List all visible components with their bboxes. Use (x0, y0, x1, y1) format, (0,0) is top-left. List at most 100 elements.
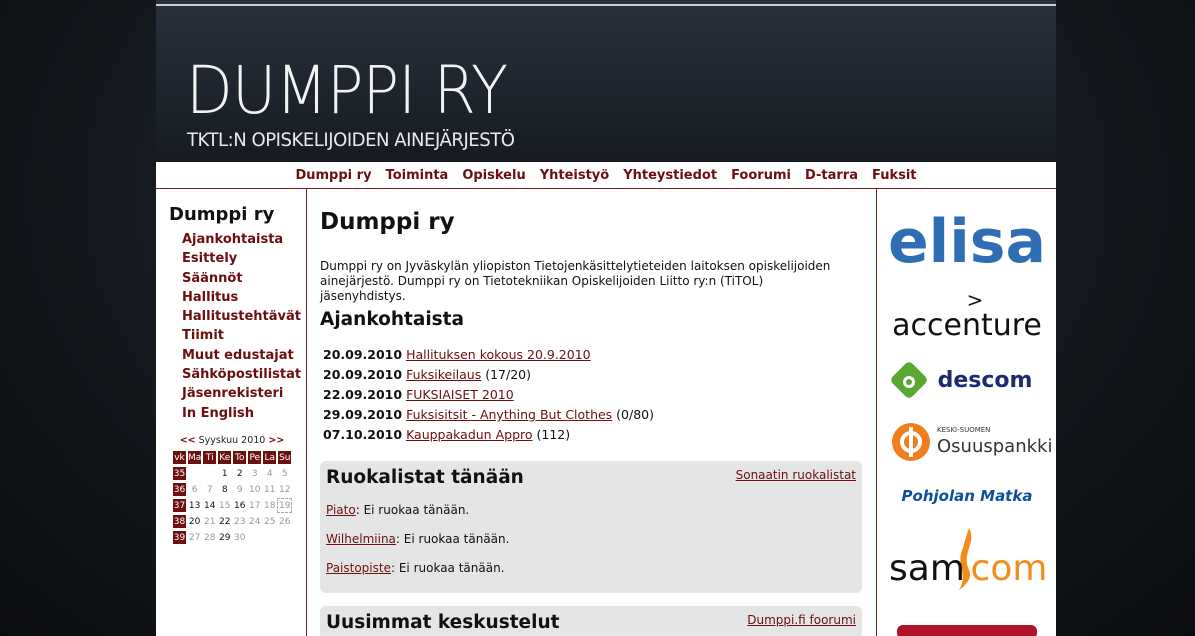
news-link[interactable]: FUKSIAISET 2010 (406, 387, 514, 402)
nav-item-foorumi[interactable]: Foorumi (731, 168, 791, 183)
sidebar-item-hallitus[interactable]: Hallitus (182, 290, 238, 305)
sponsor-accenture[interactable]: > accenture (877, 287, 1057, 347)
calendar-week-number: 37 (173, 499, 186, 512)
header-top-line (156, 4, 1056, 6)
sidebar-item-sahkopostilistat[interactable]: Sähköpostilistat (182, 367, 301, 382)
news-link[interactable]: Fuksikeilaus (406, 367, 481, 382)
sponsor-samcom[interactable]: sam com (877, 524, 1057, 598)
sidebar-item-muut-edustajat[interactable]: Muut edustajat (182, 348, 294, 363)
calendar-day[interactable]: 27 (188, 531, 201, 544)
calendar-day[interactable]: 22 (218, 515, 231, 528)
elisa-logo-text: elisa (888, 207, 1046, 277)
food-place-link[interactable]: Paistopiste (326, 561, 391, 575)
samcom-text-right: com (971, 548, 1048, 589)
header: DUMPPI RY TKTL:N OPISKELIJOIDEN AINEJÄRJ… (156, 0, 1056, 162)
calendar-prev-link[interactable]: << (180, 435, 196, 446)
calendar-day[interactable]: 17 (248, 499, 261, 512)
sponsor-partial[interactable] (877, 611, 1057, 636)
accenture-logo-text: accenture (892, 308, 1042, 343)
sponsor-pohjolan-matka[interactable]: Pohjolan Matka (877, 479, 1057, 517)
calendar-day[interactable]: 20 (188, 515, 201, 528)
nav-item-toiminta[interactable]: Toiminta (386, 168, 449, 183)
pohjolan-matka-logo: Pohjolan Matka (902, 487, 1033, 505)
calendar-day (263, 531, 276, 544)
sidebar-item-esittely[interactable]: Esittely (182, 251, 237, 266)
calendar-day[interactable]: 11 (263, 483, 276, 496)
calendar-day[interactable]: 30 (233, 531, 246, 544)
calendar-day[interactable]: 28 (203, 531, 216, 544)
calendar-day[interactable]: 25 (263, 515, 276, 528)
partial-sponsor-logo (897, 625, 1037, 636)
nav-item-yhteystiedot[interactable]: Yhteystiedot (623, 168, 717, 183)
calendar-day[interactable]: 4 (263, 467, 276, 480)
calendar-day[interactable]: 2 (233, 467, 246, 480)
calendar-day[interactable]: 6 (188, 483, 201, 496)
nav-item-fuksit[interactable]: Fuksit (872, 168, 917, 183)
op-region-text: KESKI-SUOMEN (937, 426, 990, 434)
calendar-day[interactable]: 26 (278, 515, 291, 528)
calendar-day[interactable]: 16 (233, 499, 246, 512)
sidebar-item-hallitustehtavat[interactable]: Hallitustehtävät (182, 309, 301, 324)
calendar-day[interactable]: 10 (248, 483, 261, 496)
nav-item-dumppi-ry[interactable]: Dumppi ry (295, 168, 371, 183)
calendar-table: vk Ma Ti Ke To Pe La Su 35 1 2 3 4 5 36 … (171, 448, 293, 547)
nav-item-opiskelu[interactable]: Opiskelu (462, 168, 525, 183)
calendar-day[interactable]: 23 (233, 515, 246, 528)
sidebar-item-in-english[interactable]: In English (182, 406, 254, 421)
food-item: Paistopiste: Ei ruokaa tänään. (326, 561, 505, 575)
calendar-day[interactable]: 7 (203, 483, 216, 496)
calendar-day (278, 531, 291, 544)
calendar-day[interactable]: 12 (278, 483, 291, 496)
sponsor-column: elisa > accenture descom KESKI-SUOMEN Os… (876, 189, 1056, 636)
calendar-day[interactable]: 3 (248, 467, 261, 480)
calendar-day[interactable]: 29 (218, 531, 231, 544)
calendar-day[interactable]: 21 (203, 515, 216, 528)
news-item: 07.10.2010 Kauppakadun Appro (112) (323, 427, 654, 447)
nav-item-yhteistyo[interactable]: Yhteistyö (540, 168, 610, 183)
food-menus-link[interactable]: Sonaatin ruokalistat (736, 468, 856, 482)
samcom-logo: sam com (889, 528, 1048, 590)
sidebar-item-saannot[interactable]: Säännöt (182, 271, 243, 286)
site-title[interactable]: DUMPPI RY (186, 58, 508, 124)
food-box: Ruokalistat tänään Sonaatin ruokalistat … (320, 461, 862, 593)
calendar-day[interactable]: 18 (263, 499, 276, 512)
sponsor-elisa[interactable]: elisa (877, 197, 1057, 281)
op-logo-text: Osuuspankki (937, 436, 1052, 457)
calendar-day (248, 531, 261, 544)
news-link[interactable]: Hallituksen kokous 20.9.2010 (406, 347, 591, 362)
descom-logo: descom (891, 362, 1033, 398)
site-subtitle: TKTL:N OPISKELIJOIDEN AINEJÄRJESTÖ (187, 129, 515, 151)
sidebar-item-tiimit[interactable]: Tiimit (182, 328, 224, 343)
calendar-day[interactable]: 24 (248, 515, 261, 528)
descom-logo-text: descom (938, 368, 1033, 393)
calendar-next-link[interactable]: >> (268, 435, 284, 446)
food-place-link[interactable]: Wilhelmiina (326, 532, 396, 546)
page-title: Dumppi ry (320, 209, 455, 235)
calendar-day[interactable]: 15 (218, 499, 231, 512)
calendar-day (203, 467, 216, 480)
calendar-day[interactable]: 1 (218, 467, 231, 480)
news-link[interactable]: Kauppakadun Appro (406, 427, 532, 442)
news-item: 22.09.2010 FUKSIAISET 2010 (323, 387, 654, 407)
calendar-day[interactable]: 5 (278, 467, 291, 480)
forum-box-title: Uusimmat keskustelut (326, 612, 560, 633)
sidebar-item-ajankohtaista[interactable]: Ajankohtaista (182, 232, 283, 247)
sidebar-item-jasenrekisteri[interactable]: Jäsenrekisteri (182, 386, 283, 401)
calendar-col-header: To (233, 451, 247, 464)
calendar-day-today[interactable]: 19 (277, 498, 293, 513)
sponsor-descom[interactable]: descom (877, 359, 1057, 405)
news-link[interactable]: Fuksisitsit - Anything But Clothes (406, 407, 612, 422)
news-item: 20.09.2010 Hallituksen kokous 20.9.2010 (323, 347, 654, 367)
calendar-day[interactable]: 13 (188, 499, 201, 512)
forum-link[interactable]: Dumppi.fi foorumi (747, 613, 856, 627)
sponsor-osuuspankki[interactable]: KESKI-SUOMEN Osuuspankki (877, 417, 1057, 471)
calendar-month: Syyskuu 2010 (198, 435, 266, 446)
nav-item-d-tarra[interactable]: D-tarra (805, 168, 858, 183)
descom-diamond-icon (891, 362, 927, 398)
calendar-day[interactable]: 8 (218, 483, 231, 496)
calendar-day[interactable]: 9 (233, 483, 246, 496)
food-place-link[interactable]: Piato (326, 503, 356, 517)
calendar-day[interactable]: 14 (203, 499, 216, 512)
content-columns: Dumppi ry Ajankohtaista Esittely Säännöt… (156, 189, 1056, 636)
news-extra: (112) (532, 427, 571, 442)
